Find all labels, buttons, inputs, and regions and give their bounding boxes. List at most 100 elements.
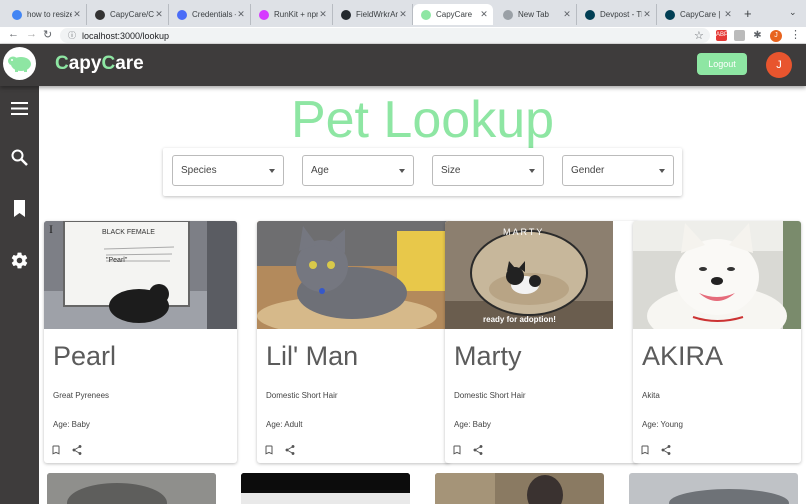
- reload-icon[interactable]: ↻: [43, 28, 52, 41]
- tab-favicon-icon: [341, 9, 351, 20]
- tab-close-icon[interactable]: ✕: [479, 9, 489, 20]
- photo-title-text: MARTY: [503, 227, 545, 237]
- age-select[interactable]: Age: [302, 155, 414, 186]
- search-icon[interactable]: [10, 148, 29, 167]
- share-icon[interactable]: [660, 444, 672, 456]
- browser-tab[interactable]: Credentials – ✕: [169, 4, 251, 25]
- pet-photo[interactable]: I BLACK FEMALE "Pearl": [44, 221, 237, 329]
- photo-sign-text: "Pearl": [106, 257, 128, 264]
- share-icon[interactable]: [472, 444, 484, 456]
- share-icon[interactable]: [71, 444, 83, 456]
- browser-tab[interactable]: FieldWrkrAnal ✕: [333, 4, 413, 25]
- logout-button[interactable]: Logout: [697, 53, 747, 75]
- tab-title: how to resize: [27, 10, 72, 19]
- pet-photo[interactable]: [633, 221, 801, 329]
- pet-card[interactable]: AKIRA Akita Age: Young: [633, 221, 801, 463]
- pet-age: Age: Baby: [53, 420, 90, 429]
- pet-age: Age: Adult: [266, 420, 303, 429]
- browser-tab[interactable]: CapyCare/Cap ✕: [87, 4, 169, 25]
- bookmark-outline-icon[interactable]: [639, 444, 651, 456]
- tab-close-icon[interactable]: ✕: [318, 9, 328, 20]
- size-select[interactable]: Size: [432, 155, 544, 186]
- tab-favicon-icon: [259, 9, 269, 20]
- pet-name[interactable]: Pearl: [53, 341, 116, 372]
- tab-favicon-icon: [95, 9, 105, 20]
- pet-card-photo[interactable]: [241, 473, 410, 504]
- browser-tab[interactable]: New Tab ✕: [495, 4, 577, 25]
- pet-card-photo[interactable]: [47, 473, 216, 504]
- tab-title: New Tab: [518, 10, 549, 19]
- pet-photo[interactable]: MARTY ready for adoption!: [445, 221, 638, 329]
- tab-title: RunKit + npm: [274, 10, 318, 19]
- svg-text:I: I: [49, 222, 53, 236]
- tab-close-icon[interactable]: ✕: [562, 9, 572, 20]
- tab-close-icon[interactable]: ✕: [236, 9, 246, 20]
- browser-tab-strip: how to resize ✕ CapyCare/Cap ✕ Credentia…: [0, 0, 806, 27]
- bookmark-icon[interactable]: [10, 199, 29, 218]
- photo-sign-text: BLACK FEMALE: [102, 229, 155, 236]
- address-bar[interactable]: ⓘ localhost:3000/lookup: [60, 28, 710, 43]
- browser-toolbar: ← → ↻ ⓘ localhost:3000/lookup ☆ ABP ✱ J …: [0, 27, 806, 44]
- tab-search-chevron-icon[interactable]: ⌄: [789, 7, 797, 18]
- tab-favicon-icon: [665, 9, 675, 20]
- gender-select[interactable]: Gender: [562, 155, 674, 186]
- chevron-down-icon: [659, 169, 665, 173]
- adblock-extension-icon[interactable]: ABP: [716, 30, 728, 41]
- forward-arrow-icon[interactable]: →: [26, 28, 37, 40]
- pet-age: Age: Young: [642, 420, 683, 429]
- bookmark-outline-icon[interactable]: [263, 444, 275, 456]
- bookmark-star-icon[interactable]: ☆: [694, 29, 704, 42]
- browser-tab[interactable]: Devpost - The ✕: [577, 4, 657, 25]
- browser-profile-avatar[interactable]: J: [770, 30, 782, 42]
- browser-tab[interactable]: how to resize ✕: [4, 4, 87, 25]
- pet-photo[interactable]: [257, 221, 450, 329]
- browser-tab[interactable]: RunKit + npm ✕: [251, 4, 333, 25]
- extension-icon[interactable]: [734, 30, 745, 41]
- sidebar: [0, 86, 39, 504]
- browser-menu-icon[interactable]: ⋮: [790, 28, 801, 41]
- chevron-down-icon: [399, 169, 405, 173]
- tab-close-icon[interactable]: ✕: [723, 9, 733, 20]
- pet-card-photo[interactable]: [435, 473, 604, 504]
- tab-close-icon[interactable]: ✕: [398, 9, 408, 20]
- capybara-logo-icon[interactable]: [3, 47, 36, 80]
- size-select-label: Size: [441, 165, 461, 176]
- tab-favicon-icon: [421, 9, 431, 20]
- share-icon[interactable]: [284, 444, 296, 456]
- settings-icon[interactable]: [10, 251, 29, 270]
- tab-title: Devpost - The: [600, 10, 642, 19]
- info-icon[interactable]: ⓘ: [68, 30, 76, 41]
- pet-breed: Great Pyrenees: [53, 391, 110, 400]
- pet-card[interactable]: MARTY ready for adoption! Marty Domestic…: [445, 221, 638, 463]
- bookmark-outline-icon[interactable]: [451, 444, 463, 456]
- tab-favicon-icon: [177, 9, 187, 20]
- photo-caption-text: ready for adoption!: [483, 315, 556, 324]
- tab-title: Credentials –: [192, 10, 236, 19]
- tab-favicon-icon: [503, 9, 513, 20]
- extensions-puzzle-icon[interactable]: ✱: [752, 30, 763, 41]
- brand-name[interactable]: CapyCare: [55, 53, 144, 75]
- menu-icon[interactable]: [10, 99, 29, 118]
- gender-select-label: Gender: [571, 165, 605, 176]
- pet-breed: Akita: [642, 391, 660, 400]
- user-avatar[interactable]: J: [766, 52, 792, 78]
- pet-name[interactable]: AKIRA: [642, 341, 723, 372]
- species-select-label: Species: [181, 165, 217, 176]
- tab-close-icon[interactable]: ✕: [642, 9, 652, 20]
- pet-name[interactable]: Marty: [454, 341, 522, 372]
- tab-close-icon[interactable]: ✕: [154, 9, 164, 20]
- pet-breed: Domestic Short Hair: [266, 391, 338, 400]
- pet-card[interactable]: I BLACK FEMALE "Pearl" Pearl Great Pyren…: [44, 221, 237, 463]
- pet-card-photo[interactable]: [629, 473, 798, 504]
- tab-close-icon[interactable]: ✕: [72, 9, 82, 20]
- new-tab-plus-icon[interactable]: +: [744, 6, 752, 21]
- browser-tab[interactable]: CapyCare | De ✕: [657, 4, 737, 25]
- main-content: Pet Lookup Species Age Size Gender I BLA…: [39, 86, 806, 504]
- back-arrow-icon[interactable]: ←: [8, 28, 19, 40]
- filter-bar: Species Age Size Gender: [163, 148, 682, 196]
- bookmark-outline-icon[interactable]: [50, 444, 62, 456]
- pet-name[interactable]: Lil' Man: [266, 341, 358, 372]
- species-select[interactable]: Species: [172, 155, 284, 186]
- browser-tab-active[interactable]: CapyCare ✕: [413, 4, 493, 25]
- pet-card[interactable]: Lil' Man Domestic Short Hair Age: Adult: [257, 221, 450, 463]
